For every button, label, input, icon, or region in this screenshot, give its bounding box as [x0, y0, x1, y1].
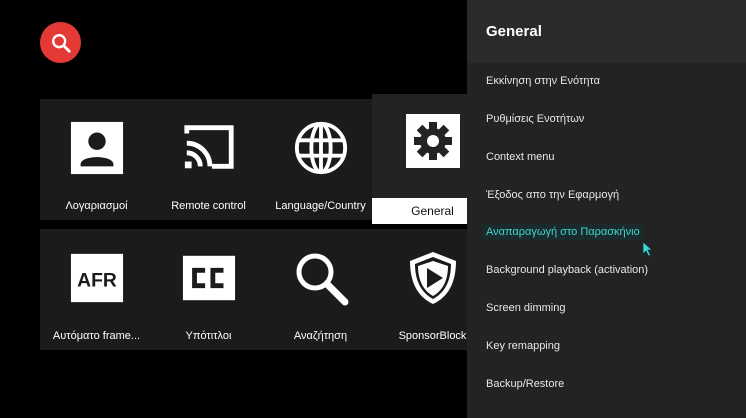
gear-icon	[404, 112, 462, 170]
globe-icon	[292, 119, 350, 177]
search-icon	[51, 33, 71, 53]
menu-item-exit-app[interactable]: Έξοδος απο την Εφαρμογή	[486, 189, 619, 201]
menu-item-background-playback-activation[interactable]: Background playback (activation)	[486, 264, 648, 276]
sponsorblock-icon	[404, 249, 462, 307]
tile-label: Remote control	[171, 200, 246, 212]
account-icon	[68, 119, 126, 177]
tile-label: Αναζήτηση	[293, 330, 348, 342]
menu-item-key-remapping[interactable]: Key remapping	[486, 340, 560, 352]
tile-label: Υπότιτλοι	[185, 330, 232, 342]
search-button[interactable]	[40, 22, 81, 63]
menu-item-backup-restore[interactable]: Backup/Restore	[486, 378, 564, 390]
menu-item-screen-dimming[interactable]: Screen dimming	[486, 302, 565, 314]
menu-item-section-settings[interactable]: Ρυθμίσεις Ενοτήτων	[486, 113, 584, 125]
afr-icon: AFR	[68, 249, 126, 307]
tile-subtitles[interactable]: Υπότιτλοι	[152, 229, 265, 350]
tile-search[interactable]: Αναζήτηση	[264, 229, 377, 350]
tile-language-country[interactable]: Language/Country	[264, 99, 377, 220]
search-icon	[292, 249, 350, 307]
tile-label: Αυτόματο frame...	[52, 330, 141, 342]
tile-label: General	[411, 204, 454, 218]
panel-title: General	[486, 23, 542, 40]
tile-auto-frame-rate[interactable]: AFR Αυτόματο frame...	[40, 229, 153, 350]
tile-remote-control[interactable]: Remote control	[152, 99, 265, 220]
tile-label: Language/Country	[275, 200, 366, 212]
cast-icon	[180, 119, 238, 177]
menu-item-context-menu[interactable]: Context menu	[486, 151, 554, 163]
mouse-cursor-icon	[642, 241, 654, 257]
svg-text:AFR: AFR	[77, 271, 117, 292]
settings-panel: General Εκκίνηση στην Ενότητα Ρυθμίσεις …	[467, 0, 746, 418]
tile-label: Λογαριασμοί	[65, 200, 128, 212]
closed-captions-icon	[180, 249, 238, 307]
menu-item-start-section[interactable]: Εκκίνηση στην Ενότητα	[486, 75, 600, 87]
menu-item-background-playback[interactable]: Αναπαραγωγή στο Παρασκήνιο	[482, 224, 644, 240]
panel-header: General	[467, 0, 746, 63]
tile-accounts[interactable]: Λογαριασμοί	[40, 99, 153, 220]
